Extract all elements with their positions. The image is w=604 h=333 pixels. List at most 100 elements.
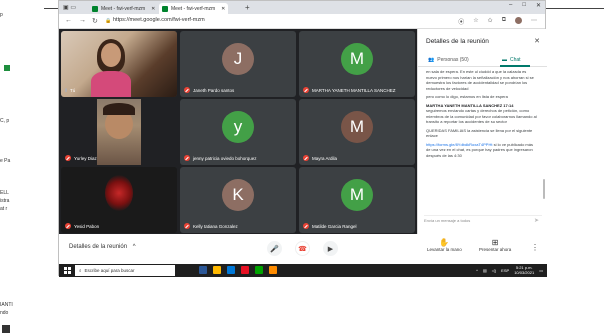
close-icon[interactable]: ✕ — [534, 37, 540, 45]
windows-taskbar: ⌕ Escribe aquí para buscar ^ ▤ ◁) ESP 5:… — [59, 264, 547, 277]
lock-icon[interactable]: 🔒 — [105, 18, 111, 24]
volume-icon[interactable]: ◁) — [492, 268, 496, 273]
file-explorer-icon[interactable] — [213, 266, 221, 274]
reload-icon[interactable]: ↻ — [92, 17, 98, 25]
system-tray: ^ ▤ ◁) ESP 5:21 p.m. 10/03/2021 ▭ — [476, 265, 543, 275]
forward-icon[interactable]: → — [79, 17, 86, 24]
page: p C, p e Pa ELL istra at r IANTI ndo ▣ ▭… — [0, 0, 604, 333]
profile-avatar[interactable] — [515, 17, 522, 24]
more-menu-icon[interactable]: ⋯ — [531, 17, 537, 26]
more-options-icon[interactable]: ⋮ — [531, 243, 539, 252]
hand-icon: ✋ — [439, 238, 450, 247]
address-bar: ← → ↻ 🔒 https://meet.google.com/fwi-verf… — [59, 14, 545, 29]
window-controls: – □ ✕ — [509, 2, 541, 9]
meeting-details-button[interactable]: Detalles de la reunión ^ — [69, 244, 136, 250]
participant-tile[interactable]: y jenny patricia oviedo bohorquez — [180, 99, 296, 165]
language-indicator[interactable]: ESP — [501, 268, 509, 273]
favorites-icon[interactable]: ✩ — [488, 17, 493, 26]
participant-tile[interactable]: M Matilde Garcia Rangel — [299, 167, 415, 233]
send-icon[interactable]: ➤ — [534, 217, 539, 224]
participant-name: Yesid Pabon — [65, 223, 99, 229]
participant-name: MARTHA YANETH MANTILLA SANCHEZ — [303, 87, 396, 93]
meet-favicon-icon — [162, 5, 168, 12]
chat-input[interactable]: Envía un mensaje a todos — [424, 215, 542, 225]
tab-people[interactable]: 👥 Personas (50) — [428, 57, 469, 63]
clock[interactable]: 5:21 p.m. 10/03/2021 — [514, 265, 534, 275]
green-marker-icon — [4, 65, 10, 71]
participant-name: Mayra Ardila — [303, 155, 337, 161]
chat-message: MARTHA YANETH MANTILLA SANCHEZ 17:14 seg… — [426, 102, 537, 125]
doc-fragment: at r — [0, 206, 8, 212]
tab-meet-2[interactable]: Meet - fwi-verf-mzm ✕ — [159, 3, 229, 14]
participant-name: jenny patricia oviedo bohorquez — [184, 155, 257, 161]
participant-tile-self[interactable]: ⦙⦙ Tú — [61, 31, 177, 97]
participant-avatar: K — [222, 178, 254, 211]
chat-message: pero como lo digo, estamos en lista de e… — [426, 94, 508, 99]
tab-chat[interactable]: ▬ Chat — [502, 57, 521, 63]
windows-start-icon[interactable] — [64, 267, 71, 274]
present-screen-icon: ⊞ — [491, 238, 499, 247]
url-field[interactable]: https://meet.google.com/fwi-verf-mzm — [113, 17, 205, 23]
network-icon[interactable]: ▤ — [483, 268, 487, 273]
tab-bar: ▣ ▭ Meet - fwi-verf-mzm ✕ Meet - fwi-ver… — [59, 1, 545, 14]
participant-tile[interactable]: K Kelly tatiana Gonzalez — [180, 167, 296, 233]
back-icon[interactable]: ← — [65, 17, 72, 24]
chat-message: QUERIDAS FAMILIAS la asistencia se llena… — [426, 127, 533, 139]
tray-chevron-icon[interactable]: ^ — [476, 268, 478, 273]
chat-link[interactable]: https://forms.gle/8YdbdkRoxaT4PPHt — [426, 142, 492, 147]
chat-scrollbar[interactable] — [543, 179, 545, 199]
collections-icon[interactable]: ⧉ — [502, 17, 506, 26]
chat-message: en sala de espera. En este ul ciuddd a q… — [426, 69, 534, 91]
tab-meet-1[interactable]: Meet - fwi-verf-mzm ✕ — [89, 3, 158, 14]
raise-hand-button[interactable]: ✋ Levantar la mano — [427, 238, 462, 252]
office-icon[interactable] — [241, 266, 249, 274]
mic-button[interactable]: 🎤 — [267, 241, 282, 256]
excel-icon[interactable] — [255, 266, 263, 274]
doc-fragment: IANTI — [0, 302, 13, 308]
doc-fragment: p — [0, 12, 3, 18]
close-window-icon[interactable]: ✕ — [536, 2, 541, 9]
meeting-details-panel: Detalles de la reunión ✕ 👥 Personas (50)… — [417, 29, 547, 234]
close-tab-icon[interactable]: ✕ — [221, 6, 225, 12]
participant-tile[interactable]: M MARTHA YANETH MANTILLA SANCHEZ — [299, 31, 415, 97]
participant-tile[interactable]: J Janeth Pardo santos — [180, 31, 296, 97]
mic-off-icon — [65, 155, 71, 161]
chevron-up-icon: ^ — [132, 244, 136, 250]
tab-label: Meet - fwi-verf-mzm — [171, 5, 216, 12]
taskbar-search[interactable]: ⌕ Escribe aquí para buscar — [75, 265, 175, 276]
video-camera-icon: ▶ — [327, 245, 334, 253]
present-now-button[interactable]: ⊞ Presentar ahora — [479, 238, 511, 252]
mic-off-icon — [303, 155, 309, 161]
participant-hair-image — [103, 103, 135, 115]
dark-marker-icon — [2, 325, 10, 333]
mic-off-icon — [65, 223, 71, 229]
participant-tile[interactable]: M Mayra Ardila — [299, 99, 415, 165]
camera-icon[interactable]: ⦿ — [458, 17, 464, 26]
participant-avatar: y — [222, 110, 254, 143]
chat-message: https://forms.gle/8YdbdkRoxaT4PPHt si lo… — [426, 141, 533, 158]
edge-icon[interactable] — [227, 266, 235, 274]
close-tab-icon[interactable]: ✕ — [151, 6, 155, 12]
camera-button[interactable]: ▶ — [323, 241, 338, 256]
meet-control-bar: Detalles de la reunión ^ 🎤 ☎ ▶ ✋ Levanta… — [59, 234, 547, 264]
participant-tile[interactable]: Yurley Diaz — [61, 99, 177, 165]
maximize-icon[interactable]: □ — [522, 2, 526, 9]
hang-up-button[interactable]: ☎ — [295, 241, 310, 256]
star-icon[interactable]: ☆ — [473, 17, 478, 26]
minimize-icon[interactable]: – — [509, 2, 512, 9]
tab-actions-icon[interactable]: ▣ ▭ — [63, 4, 76, 11]
browser-window: ▣ ▭ Meet - fwi-verf-mzm ✕ Meet - fwi-ver… — [58, 0, 547, 277]
new-tab-button[interactable]: + — [245, 3, 250, 12]
task-view-icon[interactable] — [199, 266, 207, 274]
background-document: p C, p e Pa ELL istra at r IANTI ndo — [0, 0, 56, 333]
participant-tile[interactable]: Yesid Pabon — [61, 167, 177, 233]
notifications-icon[interactable]: ▭ — [539, 268, 543, 273]
tab-label: Meet - fwi-verf-mzm — [101, 5, 146, 12]
chrome-icon[interactable] — [269, 266, 277, 274]
taskbar-apps — [199, 266, 277, 274]
participant-profile-image — [105, 175, 133, 211]
self-face-image — [101, 43, 121, 67]
doc-fragment: istra — [0, 198, 10, 204]
chat-messages: en sala de espera. En este ul ciuddd a q… — [426, 69, 538, 207]
hang-up-icon: ☎ — [298, 245, 307, 253]
